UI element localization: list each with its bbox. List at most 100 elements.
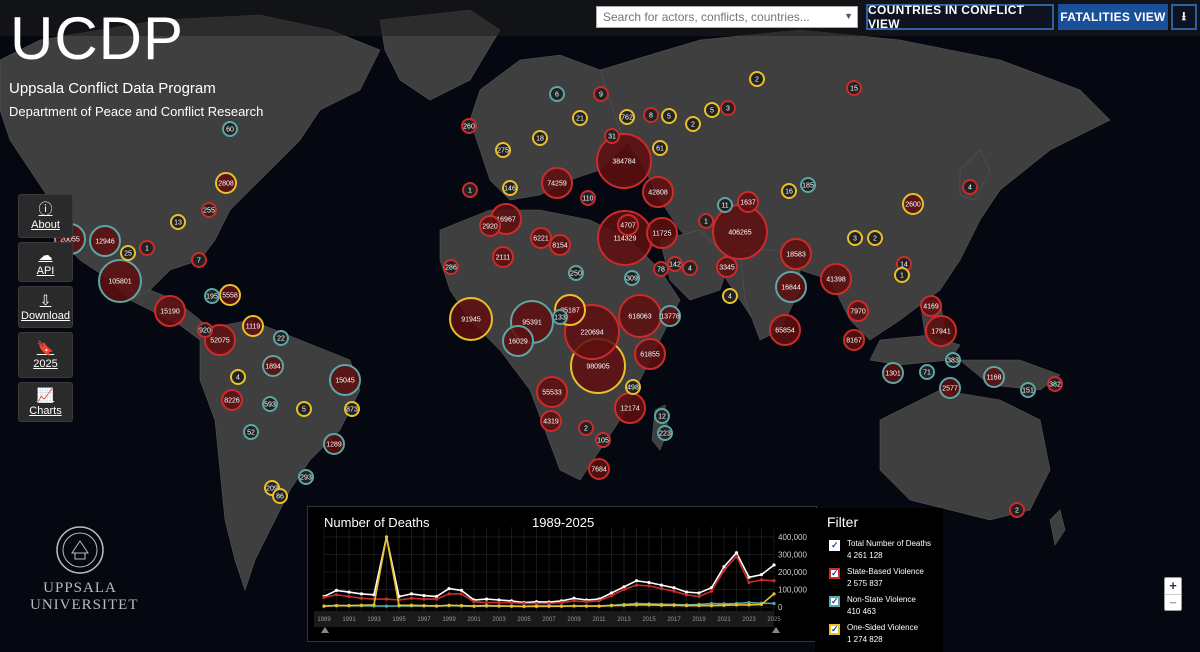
conflict-marker[interactable]: 293	[298, 469, 314, 485]
series-point[interactable]	[647, 603, 651, 607]
series-point[interactable]	[659, 587, 664, 591]
conflict-marker[interactable]: 383	[945, 352, 961, 368]
series-point[interactable]	[409, 603, 414, 607]
fatalities-view-button[interactable]: FATALITIES VIEW	[1058, 4, 1168, 30]
series-point[interactable]	[459, 604, 464, 608]
conflict-marker[interactable]: 275	[495, 142, 511, 158]
conflict-marker[interactable]: 6	[549, 86, 565, 102]
conflict-marker[interactable]: 5	[704, 102, 720, 118]
chevron-down-icon[interactable]: ▼	[844, 11, 853, 21]
conflict-marker[interactable]: 3	[847, 230, 863, 246]
conflict-marker[interactable]: 7684	[588, 458, 610, 480]
conflict-marker[interactable]: 133	[552, 309, 568, 325]
conflict-marker[interactable]: 41398	[820, 263, 852, 295]
series-point[interactable]	[422, 604, 426, 608]
conflict-marker[interactable]: 1	[139, 240, 155, 256]
series-point[interactable]	[597, 604, 601, 608]
series-point[interactable]	[634, 579, 639, 583]
series-point[interactable]	[522, 604, 526, 608]
series-point[interactable]	[697, 594, 701, 599]
conflict-marker[interactable]: 2	[1009, 502, 1025, 518]
conflict-marker[interactable]: 11	[717, 197, 733, 213]
countries-in-conflict-view-button[interactable]: COUNTRIES IN CONFLICT VIEW	[866, 3, 1054, 31]
series-point[interactable]	[759, 578, 764, 582]
zoom-out-button[interactable]: −	[1165, 594, 1181, 611]
conflict-marker[interactable]: 55533	[536, 376, 568, 408]
conflict-marker[interactable]: 406265	[712, 204, 768, 260]
conflict-marker[interactable]: 1894	[262, 355, 284, 377]
conflict-marker[interactable]: 593	[262, 396, 278, 412]
conflict-marker[interactable]: 1119	[242, 315, 264, 337]
conflict-marker[interactable]: 21	[572, 110, 588, 126]
download-button[interactable]: ⇩ Download	[18, 286, 73, 328]
series-point[interactable]	[422, 597, 426, 601]
conflict-marker[interactable]: 250	[568, 265, 584, 281]
series-point[interactable]	[722, 568, 726, 572]
series-point[interactable]	[484, 601, 489, 605]
conflict-marker[interactable]: 22	[273, 330, 289, 346]
series-point[interactable]	[772, 601, 776, 606]
series-point[interactable]	[672, 589, 676, 593]
ucdp-logo[interactable]: UCDP	[10, 4, 184, 74]
zoom-in-button[interactable]: +	[1165, 578, 1181, 594]
series-point[interactable]	[747, 603, 751, 607]
range-handle-left[interactable]	[321, 627, 329, 633]
series-point[interactable]	[384, 604, 389, 608]
conflict-marker[interactable]: 7970	[847, 300, 869, 322]
conflict-marker[interactable]: 16844	[775, 271, 807, 303]
series-point[interactable]	[409, 596, 414, 600]
series-point[interactable]	[359, 603, 364, 607]
series-point[interactable]	[534, 604, 539, 608]
series-point[interactable]	[559, 601, 564, 605]
conflict-marker[interactable]: 61855	[634, 338, 666, 370]
about-button[interactable]: ⓘ About	[18, 194, 73, 238]
conflict-marker[interactable]: 60	[222, 121, 238, 137]
conflict-marker[interactable]: 9	[593, 86, 609, 102]
series-point[interactable]	[672, 603, 676, 607]
series-point[interactable]	[572, 604, 576, 608]
range-handle-right[interactable]	[772, 627, 780, 633]
series-point[interactable]	[584, 604, 589, 608]
charts-button[interactable]: 📈 Charts	[18, 382, 73, 422]
conflict-marker[interactable]: 195	[204, 288, 220, 304]
conflict-marker[interactable]: 13778	[659, 305, 681, 327]
conflict-marker[interactable]: 4	[230, 369, 246, 385]
conflict-marker[interactable]: 18583	[780, 238, 812, 270]
conflict-marker[interactable]: 16029	[502, 325, 534, 357]
series-point[interactable]	[734, 554, 739, 558]
conflict-marker[interactable]: 110	[580, 190, 596, 206]
conflict-marker[interactable]: 498	[625, 379, 641, 395]
conflict-marker[interactable]: 8	[643, 107, 659, 123]
conflict-marker[interactable]: 8167	[843, 329, 865, 351]
series-point[interactable]	[484, 597, 489, 601]
series-point[interactable]	[484, 604, 489, 608]
conflict-marker[interactable]: 255	[201, 202, 217, 218]
series-point[interactable]	[347, 594, 351, 599]
conflict-marker[interactable]: 4	[682, 260, 698, 276]
series-point[interactable]	[447, 592, 451, 596]
series-point[interactable]	[622, 587, 626, 592]
conflict-marker[interactable]: 42808	[642, 176, 674, 208]
series-point[interactable]	[334, 588, 339, 592]
series-point[interactable]	[734, 551, 739, 555]
series-point[interactable]	[659, 583, 664, 587]
conflict-marker[interactable]: 2	[867, 230, 883, 246]
series-point[interactable]	[609, 594, 614, 598]
checkbox-state-based[interactable]: ✓	[829, 568, 840, 579]
series-point[interactable]	[684, 593, 689, 597]
conflict-marker[interactable]: 13	[170, 214, 186, 230]
conflict-marker[interactable]: 4319	[540, 410, 562, 432]
conflict-marker[interactable]: 25	[120, 245, 136, 261]
conflict-marker[interactable]: 873	[344, 401, 360, 417]
series-point[interactable]	[497, 601, 501, 605]
series-point[interactable]	[722, 603, 726, 607]
series-point[interactable]	[747, 580, 751, 585]
conflict-marker[interactable]: 4169	[920, 295, 942, 317]
series-point[interactable]	[659, 603, 664, 607]
conflict-marker[interactable]: 618063	[618, 294, 662, 338]
series-point[interactable]	[472, 600, 476, 604]
series-point[interactable]	[459, 592, 464, 596]
conflict-marker[interactable]: 4707	[617, 214, 639, 236]
series-point[interactable]	[522, 601, 526, 606]
conflict-marker[interactable]: 12	[654, 408, 670, 424]
